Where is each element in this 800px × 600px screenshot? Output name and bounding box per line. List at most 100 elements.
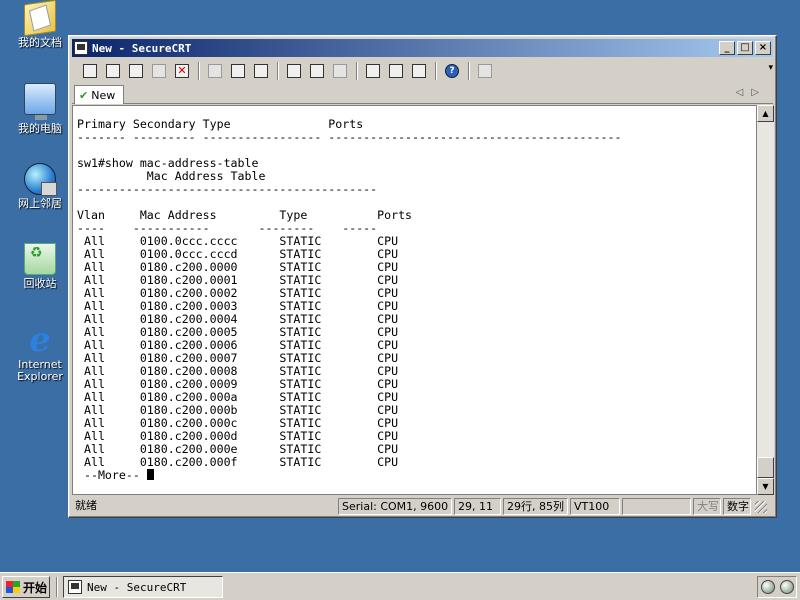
table-row: All 0180.c200.0004 STATIC CPU (83, 312, 399, 326)
tab-connect-icon (129, 64, 143, 78)
desktop-icon-label: 我的文档 (18, 36, 62, 49)
system-tray (757, 576, 797, 598)
screen-button[interactable] (474, 61, 496, 81)
help-icon: ? (445, 64, 459, 78)
find-button[interactable] (250, 61, 272, 81)
tab-new[interactable]: ✔ New (74, 85, 125, 104)
toolbar-separator (435, 62, 437, 80)
desktop-icon-label: 网上邻居 (18, 197, 62, 210)
resize-grip[interactable] (755, 500, 767, 513)
desktop-icon-label: 我的电脑 (18, 122, 62, 135)
scroll-down-button[interactable]: ▼ (757, 478, 774, 495)
desktop-icon-internet-explorer[interactable]: e Internet Explorer (8, 320, 72, 383)
window-title: New - SecureCRT (92, 41, 192, 55)
terminal-line: Primary Secondary Type Ports (77, 117, 364, 131)
status-empty (622, 498, 691, 515)
toolbar-separator (468, 62, 470, 80)
session-options-button[interactable] (362, 61, 384, 81)
minimize-button[interactable]: _ (719, 41, 735, 55)
print-icon (287, 64, 301, 78)
desktop-icon-my-documents[interactable]: 我的文档 (8, 0, 72, 49)
mac-table-rows: All 0100.0ccc.cccc STATIC CPU All 0100.0… (77, 234, 398, 469)
terminal-line: ------- --------- ----------------- ----… (77, 130, 622, 144)
quick-connect-icon (106, 64, 120, 78)
session-options-icon (366, 64, 380, 78)
table-row: All 0180.c200.0009 STATIC CPU (83, 377, 399, 391)
tray-network-icon[interactable] (779, 580, 794, 594)
table-row: All 0180.c200.0003 STATIC CPU (83, 299, 399, 313)
disconnect-button[interactable] (171, 61, 193, 81)
desktop-icon-my-computer[interactable]: 我的电脑 (8, 83, 72, 135)
my-computer-icon (24, 83, 56, 120)
taskbar: 开始 New - SecureCRT (0, 572, 800, 600)
securecrt-window: New - SecureCRT _ □ × ? ▾ ✔ New ◁▷ (68, 35, 777, 518)
desktop-icon-label: 回收站 (23, 277, 57, 290)
recycle-bin-icon (24, 243, 56, 275)
quick-connect-button[interactable] (102, 61, 124, 81)
internet-explorer-icon: e (29, 320, 51, 360)
table-row: All 0180.c200.000c STATIC CPU (83, 416, 399, 430)
copy-icon (208, 64, 222, 78)
tab-bar: ✔ New ◁▷ (72, 84, 773, 104)
status-ready: 就绪 (75, 499, 97, 512)
toolbar-separator (277, 62, 279, 80)
table-row: All 0180.c200.0005 STATIC CPU (83, 325, 399, 339)
vertical-scrollbar[interactable]: ▲ ▼ (757, 105, 774, 495)
table-row: All 0100.0ccc.cccd STATIC CPU (83, 247, 399, 261)
print-button[interactable] (283, 61, 305, 81)
print-setup-button[interactable] (329, 61, 351, 81)
table-row: All 0180.c200.0001 STATIC CPU (83, 273, 399, 287)
connect-button[interactable] (79, 61, 101, 81)
securecrt-app-icon[interactable] (74, 41, 88, 55)
copy-button[interactable] (204, 61, 226, 81)
status-bar: 就绪 Serial: COM1, 9600 29, 11 29行, 85列 VT… (72, 497, 773, 516)
binoculars-icon (254, 64, 268, 78)
disconnect-icon (175, 64, 189, 78)
reconnect-button[interactable] (148, 61, 170, 81)
table-row: All 0180.c200.000b STATIC CPU (83, 403, 399, 417)
scroll-up-button[interactable]: ▲ (757, 105, 774, 122)
keymap-button[interactable] (408, 61, 430, 81)
terminal-command: sw1#show mac-address-table (77, 156, 259, 170)
tray-icon[interactable] (760, 580, 775, 594)
close-button[interactable]: × (755, 41, 771, 55)
help-button[interactable]: ? (441, 61, 463, 81)
desktop-icon-network[interactable]: 网上邻居 (8, 163, 72, 210)
terminal-line: Mac Address Table (77, 169, 266, 183)
print-selection-icon (310, 64, 324, 78)
printer-icon (333, 64, 347, 78)
table-row: All 0100.0ccc.cccc STATIC CPU (83, 234, 399, 248)
table-row: All 0180.c200.0002 STATIC CPU (83, 286, 399, 300)
global-options-button[interactable] (385, 61, 407, 81)
title-bar[interactable]: New - SecureCRT _ □ × (72, 39, 773, 57)
tab-scroll-arrows[interactable]: ◁▷ (736, 87, 767, 98)
table-row: All 0180.c200.0000 STATIC CPU (83, 260, 399, 274)
print-selection-button[interactable] (306, 61, 328, 81)
paste-button[interactable] (227, 61, 249, 81)
paste-icon (231, 64, 245, 78)
connect-icon (83, 64, 97, 78)
maximize-button[interactable]: □ (737, 41, 753, 55)
my-documents-icon (24, 0, 56, 37)
terminal-screen[interactable]: Primary Secondary Type Ports ------- ---… (72, 105, 757, 495)
taskbar-divider (56, 577, 58, 597)
table-row: All 0180.c200.0006 STATIC CPU (83, 338, 399, 352)
scroll-thumb[interactable] (757, 457, 774, 478)
table-row: All 0180.c200.000d STATIC CPU (83, 429, 399, 443)
start-button[interactable]: 开始 (2, 576, 50, 598)
taskbar-item-label: New - SecureCRT (87, 580, 187, 594)
toolbar-separator (356, 62, 358, 80)
status-connection: Serial: COM1, 9600 (338, 498, 452, 515)
terminal-text: Primary Secondary Type Ports ------- ---… (73, 106, 756, 482)
taskbar-item-securecrt[interactable]: New - SecureCRT (63, 576, 223, 598)
desktop-icon-recycle-bin[interactable]: 回收站 (8, 243, 72, 290)
windows-logo-icon (6, 581, 20, 593)
table-header: Vlan Mac Address Type Ports (77, 208, 413, 222)
status-num-lock: 数字 (723, 498, 751, 515)
toolbar-overflow-icon[interactable]: ▾ (768, 63, 773, 73)
tools-icon (389, 64, 403, 78)
screen-icon (478, 64, 492, 78)
tab-label: New (91, 88, 116, 102)
table-row: All 0180.c200.000e STATIC CPU (83, 442, 399, 456)
connect-in-tab-button[interactable] (125, 61, 147, 81)
